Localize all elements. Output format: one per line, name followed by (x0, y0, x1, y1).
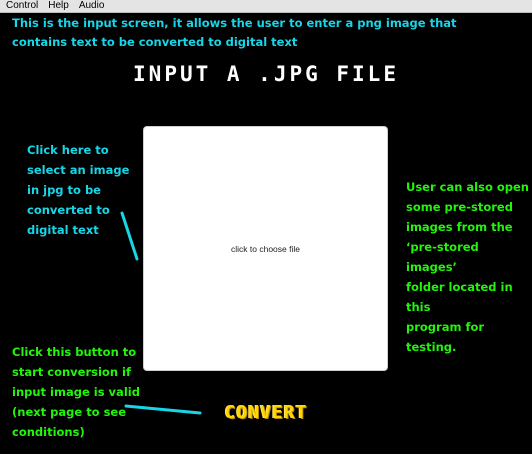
intro-annotation: This is the input screen, it allows the … (12, 14, 532, 52)
convert-button[interactable]: CONVERT (207, 401, 325, 423)
annotation-line: images from the (406, 220, 513, 234)
annotation-line: some pre-stored (406, 200, 513, 214)
annotation-line: conditions) (12, 425, 85, 439)
annotation-line: start conversion if (12, 365, 131, 379)
convert-label: CONVERT (224, 401, 308, 423)
annotation-line: digital text (27, 223, 99, 237)
annotation-line: input image is valid (12, 385, 140, 399)
annotation-line: ‘pre-stored images’ (406, 240, 479, 274)
annotation-line: select an image (27, 163, 130, 177)
pre-stored-images-annotation: User can also open some pre-stored image… (406, 177, 531, 357)
annotation-line: Click this button to (12, 345, 137, 359)
intro-line: contains text to be converted to digital… (12, 35, 298, 49)
annotation-line: converted to (27, 203, 110, 217)
menu-control[interactable]: Control (0, 0, 43, 12)
annotation-line: (next page to see (12, 405, 127, 419)
page-title: INPUT A .JPG FILE (133, 62, 399, 86)
annotation-line: in jpg to be (27, 183, 101, 197)
intro-line: This is the input screen, it allows the … (12, 16, 457, 30)
annotation-line: Click here to (27, 143, 109, 157)
menu-bar: Control Help Audio (0, 0, 532, 13)
menu-help[interactable]: Help (43, 0, 74, 12)
select-image-annotation: Click here to select an image in jpg to … (27, 140, 137, 240)
choose-file-dropzone[interactable]: click to choose file (143, 126, 388, 371)
annotation-line: program for testing. (406, 320, 485, 354)
choose-file-label: click to choose file (231, 243, 300, 254)
annotation-line: folder located in this (406, 280, 513, 314)
menu-audio[interactable]: Audio (74, 0, 110, 12)
convert-annotation: Click this button to start conversion if… (12, 342, 152, 442)
annotation-line: User can also open (406, 180, 529, 194)
